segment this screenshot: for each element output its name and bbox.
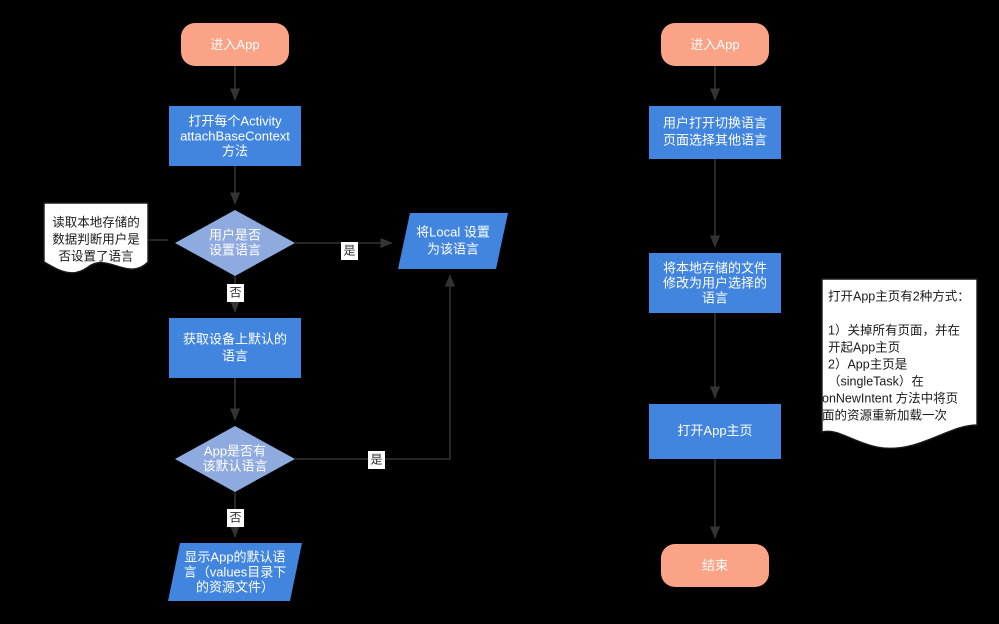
node-end[interactable]: 结束 xyxy=(661,544,769,587)
node-label-line2: 修改为用户选择的 xyxy=(663,275,767,290)
note-label-line3: 1）关掉所有页面，并在 xyxy=(828,323,960,337)
node-label-line2: 言（values目录下 xyxy=(184,564,287,579)
node-show-app-default-language[interactable]: 显示App的默认语 言（values目录下 的资源文件） xyxy=(168,543,302,601)
right-flow-group: 进入App 用户打开切换语言 页面选择其他语言 将本地存储的文件 修改为用户选择… xyxy=(649,23,978,587)
node-label-line2: 设置语言 xyxy=(209,242,261,257)
edge-label-text: 否 xyxy=(229,286,241,300)
note-label-line7: onNewIntent 方法中将页 xyxy=(822,390,958,405)
node-enter-app-right[interactable]: 进入App xyxy=(661,23,769,66)
node-label-line3: 方法 xyxy=(222,143,248,158)
node-label-line1: 将本地存储的文件 xyxy=(663,260,767,275)
note-label-line1: 打开App主页有2种方式： xyxy=(828,288,970,303)
node-get-device-default-language[interactable]: 获取设备上默认的 语言 xyxy=(169,318,301,378)
node-label: 打开App主页 xyxy=(677,423,752,438)
node-user-opens-language-switch-page[interactable]: 用户打开切换语言 页面选择其他语言 xyxy=(649,106,781,159)
edge-l6-l4-yes xyxy=(295,274,456,460)
note-open-homepage-methods: 打开App主页有2种方式： 1）关掉所有页面，并在 开起App主页 2）App主… xyxy=(821,278,978,449)
node-decision-user-set-language[interactable]: 用户是否 设置语言 xyxy=(175,210,295,276)
note-label-line3: 否设置了语言 xyxy=(58,248,133,263)
flowchart-canvas: 进入App 打开每个Activity attachBaseContext 方法 … xyxy=(43,23,978,601)
edge-label-no-1: 否 xyxy=(227,284,244,302)
node-label-line1: 显示App的默认语 xyxy=(184,549,285,564)
node-label-line2: 该默认语言 xyxy=(202,458,267,473)
note-label-line1: 读取本地存储的 xyxy=(52,214,140,229)
note-label-line6: （singleTask）在 xyxy=(828,374,924,388)
node-label-line3: 的资源文件） xyxy=(196,579,274,594)
node-label-line1: 获取设备上默认的 xyxy=(183,331,287,346)
note-label-line8: 面的资源重新加载一次 xyxy=(822,407,947,422)
node-decision-app-has-default-language[interactable]: App是否有 该默认语言 xyxy=(175,426,295,492)
left-flow-group: 进入App 打开每个Activity attachBaseContext 方法 … xyxy=(43,23,508,601)
node-label: 结束 xyxy=(702,558,728,573)
edge-label-no-2: 否 xyxy=(227,509,244,527)
edge-label-text: 否 xyxy=(229,511,241,525)
edge-label-text: 是 xyxy=(370,453,382,467)
node-set-local-to-language[interactable]: 将Local 设置 为该语言 xyxy=(398,213,508,269)
node-label-line1: 用户打开切换语言 xyxy=(663,115,767,130)
note-label-line5: 2）App主页是 xyxy=(828,357,908,371)
node-label-line2: 语言 xyxy=(222,348,248,363)
node-label-line3: 语言 xyxy=(702,290,728,305)
node-label-line1: 用户是否 xyxy=(209,227,261,242)
node-open-activity-attachbasecontext[interactable]: 打开每个Activity attachBaseContext 方法 xyxy=(169,106,301,166)
node-update-local-storage-file[interactable]: 将本地存储的文件 修改为用户选择的 语言 xyxy=(649,253,781,313)
node-label-line1: 打开每个Activity xyxy=(188,113,282,128)
note-label-line2: 数据判断用户是 xyxy=(52,231,140,246)
node-label-line2: 页面选择其他语言 xyxy=(663,132,767,147)
note-read-local-storage: 读取本地存储的 数据判断用户是 否设置了语言 xyxy=(43,202,149,274)
node-label: 进入App xyxy=(210,37,259,52)
edge-label-text: 是 xyxy=(343,244,355,258)
node-label-line1: 将Local 设置 xyxy=(416,224,490,239)
edge-label-yes-2: 是 xyxy=(368,451,385,469)
node-label-line2: attachBaseContext xyxy=(180,128,290,143)
node-enter-app-left[interactable]: 进入App xyxy=(181,23,289,66)
node-label: 进入App xyxy=(690,37,739,52)
edge-label-yes-1: 是 xyxy=(341,242,358,260)
node-label-line2: 为该语言 xyxy=(427,241,479,256)
node-label-line1: App是否有 xyxy=(204,443,266,458)
node-open-app-homepage[interactable]: 打开App主页 xyxy=(649,404,781,459)
note-label-line4: 开起App主页 xyxy=(828,340,900,354)
